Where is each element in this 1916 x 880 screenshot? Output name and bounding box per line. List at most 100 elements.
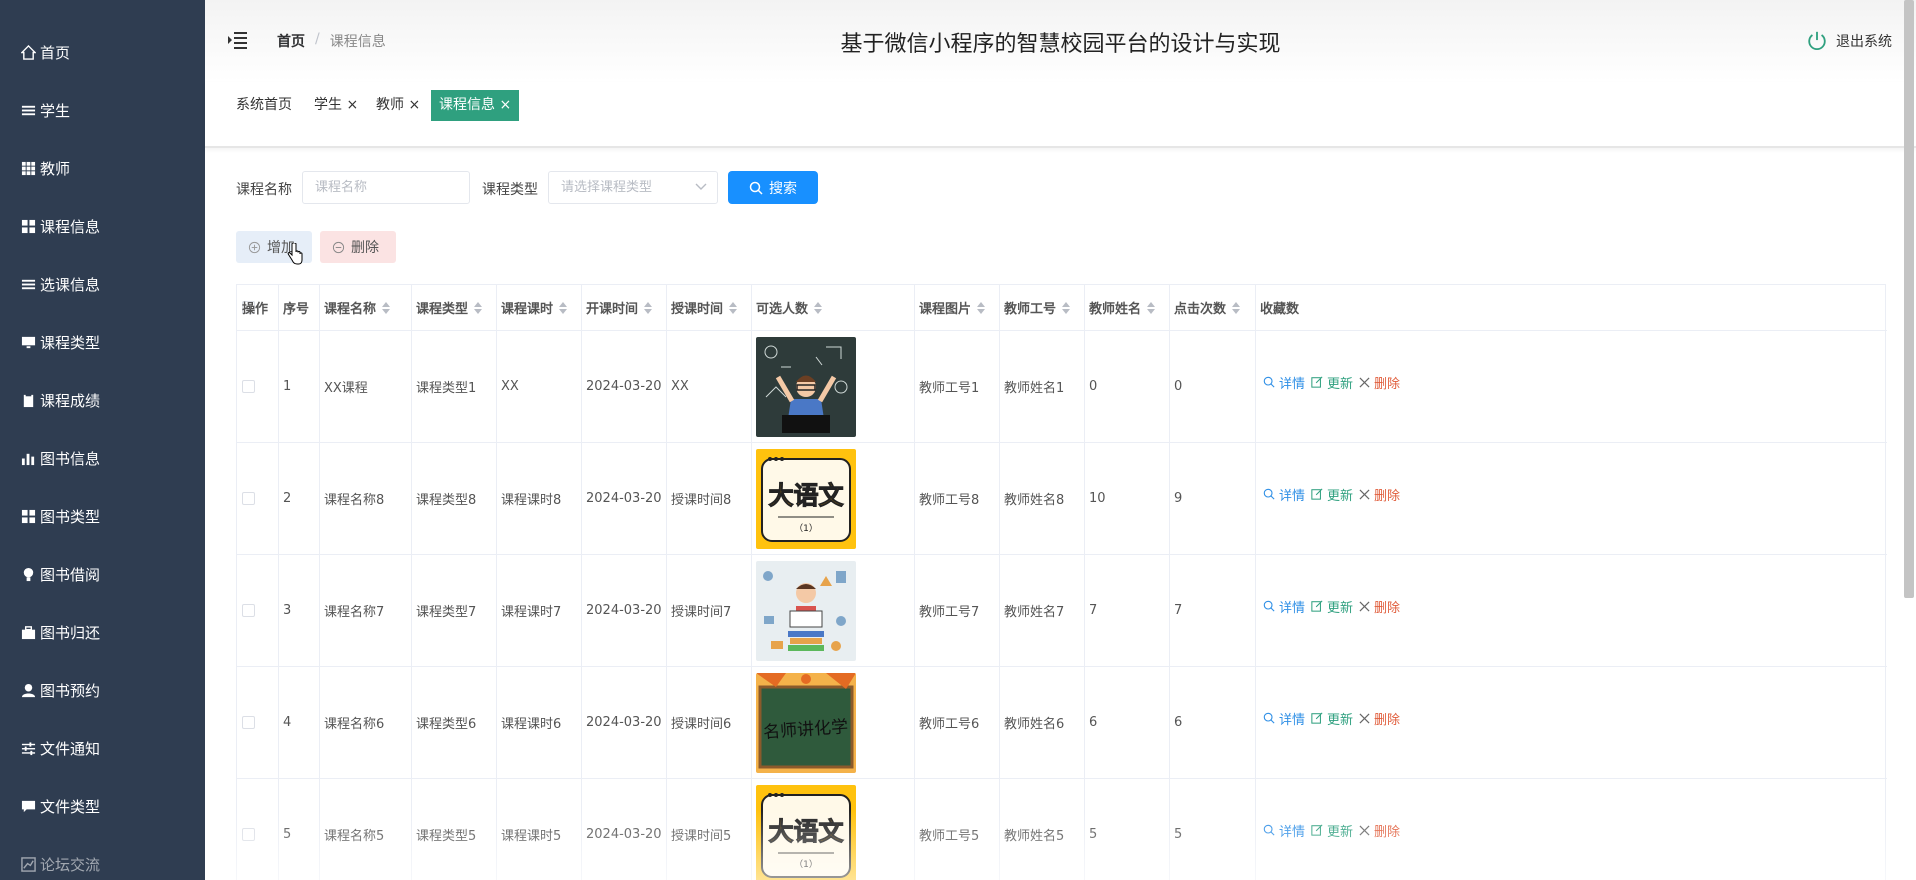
column-header-1[interactable]: 课程名称 <box>319 285 411 330</box>
course-image[interactable] <box>756 336 856 437</box>
detail-button[interactable]: 详情 <box>1263 597 1305 616</box>
sort-icon[interactable] <box>971 300 986 315</box>
cell-start-text: 2024-03-20 <box>586 491 662 506</box>
sidebar-item-9[interactable]: 图书借阅 <box>0 545 205 603</box>
cell-time: 授课时间7 <box>666 555 751 666</box>
monitor-icon <box>20 334 36 350</box>
course-name-input[interactable]: 课程名称 <box>302 171 470 204</box>
course-type-select[interactable]: 请选择课程类型 <box>548 171 718 204</box>
sidebar-item-2[interactable]: 教师 <box>0 139 205 197</box>
sidebar-item-11[interactable]: 图书预约 <box>0 661 205 719</box>
tag-course-info[interactable]: 课程信息 × <box>431 90 520 121</box>
column-header-2[interactable]: 课程类型 <box>411 285 496 330</box>
cell-clicks: 6 <box>1084 667 1169 778</box>
cell-image: 大语文 （1） <box>751 443 914 554</box>
logout-button[interactable]: 退出系统 <box>1806 30 1892 52</box>
cell-tname-text: 教师姓名7 <box>1004 605 1065 620</box>
column-header-label: 开课时间 <box>586 302 639 317</box>
sidebar-item-0[interactable]: 首页 <box>0 23 205 81</box>
logout-label: 退出系统 <box>1836 34 1892 50</box>
column-header-4[interactable]: 开课时间 <box>581 285 666 330</box>
course-image[interactable]: 名师讲化学 <box>756 672 856 773</box>
sort-icon[interactable] <box>1226 300 1241 315</box>
edit-button[interactable]: 更新 <box>1311 373 1353 392</box>
cell-type: 课程类型6 <box>411 667 496 778</box>
cell-name-text: XX课程 <box>324 381 368 396</box>
sort-icon[interactable] <box>376 300 391 315</box>
sort-icon[interactable] <box>553 300 568 315</box>
sidebar-item-7[interactable]: 图书信息 <box>0 429 205 487</box>
sort-icon[interactable] <box>808 300 823 315</box>
cell-name-text: 课程名称6 <box>324 717 385 732</box>
sidebar-item-3[interactable]: 课程信息 <box>0 197 205 255</box>
sort-icon[interactable] <box>1056 300 1071 315</box>
sidebar-item-4[interactable]: 选课信息 <box>0 255 205 313</box>
cell-type: 课程类型1 <box>411 331 496 442</box>
sidebar-item-14[interactable]: 论坛交流 <box>0 835 205 880</box>
course-image[interactable]: 大语文 （1） <box>756 448 856 549</box>
batch-delete-label: 删除 <box>351 240 379 256</box>
column-header-8[interactable]: 教师工号 <box>999 285 1084 330</box>
detail-button[interactable]: 详情 <box>1263 485 1305 504</box>
delete-button[interactable]: 删除 <box>1359 597 1400 616</box>
delete-label: 删除 <box>1374 713 1401 728</box>
close-icon <box>1359 377 1370 388</box>
sidebar-item-5[interactable]: 课程类型 <box>0 313 205 371</box>
tag-student[interactable]: 学生 × <box>309 90 363 121</box>
sort-icon[interactable] <box>638 300 653 315</box>
sidebar-item-label: 图书预约 <box>40 681 101 700</box>
cell-hours: 课程课时8 <box>496 443 581 554</box>
tag-home[interactable]: 系统首页 <box>231 90 297 121</box>
tag-teacher[interactable]: 教师 × <box>371 90 425 121</box>
column-header-label: 收藏数 <box>1260 302 1300 317</box>
batch-delete-button[interactable]: 删除 <box>320 231 396 263</box>
row-checkbox[interactable] <box>242 380 255 393</box>
sidebar-item-label: 图书归还 <box>40 623 101 642</box>
sliders-icon <box>20 740 36 756</box>
column-header-label: 教师工号 <box>1004 302 1057 317</box>
edit-button[interactable]: 更新 <box>1311 485 1353 504</box>
sidebar-item-label: 图书信息 <box>40 449 101 468</box>
sidebar-item-6[interactable]: 课程成绩 <box>0 371 205 429</box>
row-checkbox[interactable] <box>242 604 255 617</box>
detail-button[interactable]: 详情 <box>1263 709 1305 728</box>
cell-type-text: 课程类型7 <box>416 605 477 620</box>
cell-name: 课程名称8 <box>319 443 411 554</box>
edit-button[interactable]: 更新 <box>1311 709 1353 728</box>
sort-icon[interactable] <box>723 300 738 315</box>
delete-button[interactable]: 删除 <box>1359 485 1400 504</box>
edit-button[interactable]: 更新 <box>1311 597 1353 616</box>
column-header-5[interactable]: 授课时间 <box>666 285 751 330</box>
cell-hours-text: 课程课时8 <box>501 493 562 508</box>
delete-button[interactable]: 删除 <box>1359 373 1400 392</box>
cell-clicks-text: 10 <box>1089 491 1106 506</box>
row-checkbox[interactable] <box>242 716 255 729</box>
sidebar-item-13[interactable]: 文件类型 <box>0 777 205 835</box>
sidebar-item-12[interactable]: 文件通知 <box>0 719 205 777</box>
sidebar-item-label: 首页 <box>40 43 71 62</box>
detail-label: 详情 <box>1279 601 1306 616</box>
column-header-10[interactable]: 点击次数 <box>1169 285 1255 330</box>
table-row: 4 课程名称6 课程类型6 课程课时6 2024-03-20 授课时间6 6 名师讲化学 教师工… <box>237 667 1887 779</box>
search-button[interactable]: 搜索 <box>728 171 818 204</box>
column-header-7[interactable]: 课程图片 <box>914 285 999 330</box>
row-checkbox[interactable] <box>242 492 255 505</box>
course-image[interactable] <box>756 560 856 661</box>
cell-start: 2024-03-20 <box>581 331 666 442</box>
cell-tname-text: 教师姓名8 <box>1004 493 1065 508</box>
delete-button[interactable]: 删除 <box>1359 709 1400 728</box>
sort-icon[interactable] <box>468 300 483 315</box>
sidebar-item-10[interactable]: 图书归还 <box>0 603 205 661</box>
course-table: 序号 课程名称 课程类型 课程课时 开课时间 授课时间 可选人数 课程图片 教师工号 教师姓名 点击… <box>236 284 1887 880</box>
column-header-9[interactable]: 教师姓名 <box>1084 285 1169 330</box>
cell-operations: 详情 更新 删除 <box>1255 327 1887 438</box>
detail-button[interactable]: 详情 <box>1263 373 1305 392</box>
sidebar-item-8[interactable]: 图书类型 <box>0 487 205 545</box>
page-scrollbar[interactable] <box>1904 0 1914 598</box>
edit-label: 更新 <box>1327 489 1354 504</box>
sort-icon[interactable] <box>1141 300 1156 315</box>
column-header-3[interactable]: 课程课时 <box>496 285 581 330</box>
sidebar-item-1[interactable]: 学生 <box>0 81 205 139</box>
column-header-6[interactable]: 可选人数 <box>751 285 914 330</box>
top-header: 首页 / 课程信息 基于微信小程序的智慧校园平台的设计与实现 退出系统 <box>205 0 1916 82</box>
